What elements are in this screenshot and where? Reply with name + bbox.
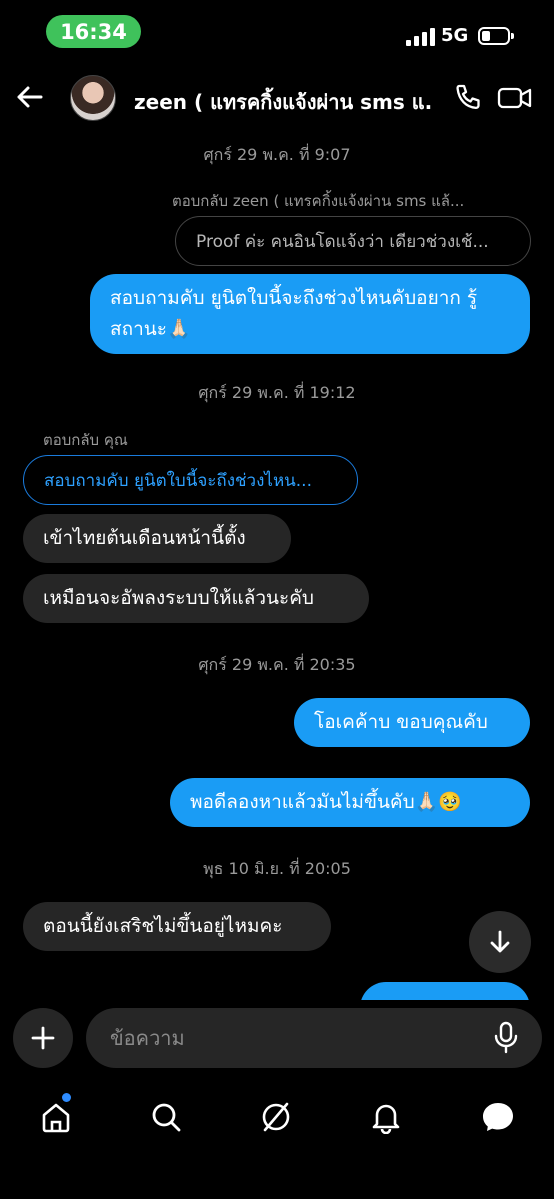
message-composer: [0, 1000, 554, 1082]
home-icon: [42, 1103, 70, 1133]
microphone-icon: [494, 1021, 518, 1054]
bell-icon: [372, 1104, 400, 1134]
status-bar: 16:34 5G: [0, 0, 554, 62]
add-attachment-button[interactable]: [13, 1008, 73, 1068]
chat-header: zeen ( แทรคกิ้งแจ้งผ่าน sms แ...: [0, 66, 554, 130]
timestamp: ศุกร์ 29 พ.ค. ที่ 20:35: [198, 655, 356, 674]
arrow-down-icon: [490, 930, 510, 953]
search-icon: [152, 1103, 181, 1132]
voice-message-button[interactable]: [488, 1020, 524, 1056]
nav-home[interactable]: [34, 1095, 78, 1139]
message-input[interactable]: [86, 1008, 542, 1068]
phone-icon: [456, 84, 480, 110]
timestamp: พุธ 10 มิ.ย. ที่ 20:05: [203, 859, 351, 878]
nav-explore[interactable]: [254, 1095, 298, 1139]
battery-icon: [478, 27, 514, 45]
received-message-bubble[interactable]: เหมือนจะอัพลงระบบให้แล้วนะคับ: [23, 574, 369, 623]
sent-message-bubble[interactable]: สอบถามคับ ยูนิตใบนี้จะถึงช่วงไหนคับอยาก …: [90, 274, 530, 354]
quoted-message[interactable]: Proof ค่ะ คนอินโดแจ้งว่า เดียวช่วงเช้...: [175, 216, 531, 266]
notification-dot: [62, 1093, 71, 1102]
status-time: 16:34: [46, 15, 141, 48]
plus-icon: [31, 1026, 55, 1050]
network-type: 5G: [441, 25, 469, 46]
timestamp: ศุกร์ 29 พ.ค. ที่ 9:07: [203, 145, 351, 164]
compass-icon: [262, 1102, 290, 1132]
quoted-message[interactable]: สอบถามคับ ยูนิตใบนี้จะถึงช่วงไหน...: [23, 455, 358, 505]
received-message-bubble[interactable]: ตอนนี้ยังเสริชไม่ขึ้นอยู่ไหมคะ: [23, 902, 331, 951]
video-call-button[interactable]: [497, 82, 533, 114]
scroll-to-bottom-button[interactable]: [469, 911, 531, 973]
video-camera-icon: [497, 87, 532, 109]
nav-messages[interactable]: [476, 1095, 520, 1139]
message-bubble-icon: [483, 1103, 513, 1131]
bottom-navigation: [0, 1085, 554, 1199]
signal-icon: [406, 28, 436, 46]
back-button[interactable]: [12, 80, 46, 114]
avatar[interactable]: [70, 75, 116, 121]
received-message-bubble[interactable]: เข้าไทยต้นเดือนหน้านี้ตั้ง: [23, 514, 291, 563]
nav-search[interactable]: [144, 1095, 188, 1139]
contact-name[interactable]: zeen ( แทรคกิ้งแจ้งผ่าน sms แ...: [134, 86, 434, 118]
sent-message-bubble[interactable]: โอเคค้าบ ขอบคุณคับ: [294, 698, 530, 747]
reply-label: ตอบกลับ zeen ( แทรคกิ้งแจ้งผ่าน sms แล้.…: [172, 192, 465, 210]
audio-call-button[interactable]: [452, 82, 484, 114]
sent-message-bubble[interactable]: พอดีลองหาแล้วมันไม่ขึ้นคับ🙏🏻🥹: [170, 778, 530, 827]
reply-label: ตอบกลับ คุณ: [43, 431, 128, 449]
timestamp: ศุกร์ 29 พ.ค. ที่ 19:12: [198, 383, 356, 402]
nav-notifications[interactable]: [364, 1095, 408, 1139]
back-arrow-icon: [17, 86, 43, 108]
